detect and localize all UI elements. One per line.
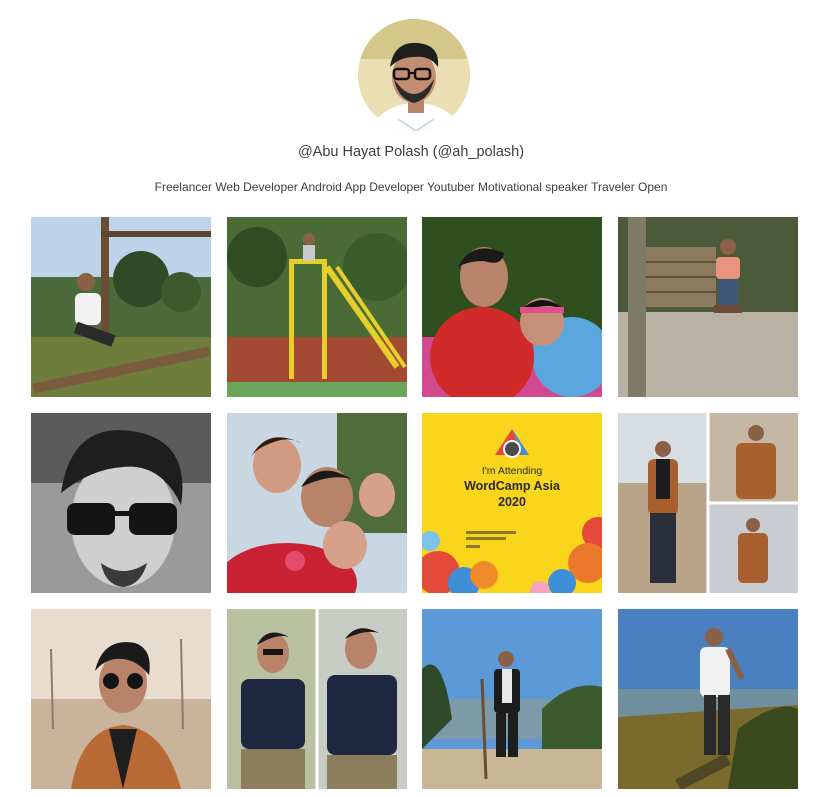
profile-bio: Freelancer Web Developer Android App Dev…: [154, 180, 668, 194]
post-tile[interactable]: [618, 413, 798, 593]
profile-username[interactable]: @Abu Hayat Polash (@ah_polash): [0, 144, 822, 160]
post-image: [31, 413, 211, 593]
post-tile[interactable]: [227, 217, 407, 397]
post-image: [227, 609, 407, 789]
post-image: [227, 217, 407, 397]
post-image: [618, 217, 798, 397]
post-tile[interactable]: [422, 609, 602, 789]
avatar-image: [358, 19, 470, 131]
post-tile[interactable]: [227, 609, 407, 789]
post-image: [422, 609, 602, 789]
post-tile[interactable]: [618, 217, 798, 397]
post-image: [227, 413, 407, 593]
post-image: [618, 609, 798, 789]
post-tile[interactable]: [31, 217, 211, 397]
post-image: [31, 609, 211, 789]
posts-grid: I'm Attending WordCamp Asia 2020: [31, 217, 798, 797]
post-image: [31, 217, 211, 397]
profile-avatar[interactable]: [358, 19, 470, 131]
wordcamp-line2: WordCamp Asia: [464, 479, 560, 493]
post-tile-wordcamp[interactable]: I'm Attending WordCamp Asia 2020: [422, 413, 602, 593]
post-image: [618, 413, 798, 593]
post-tile[interactable]: [31, 609, 211, 789]
post-tile[interactable]: [618, 609, 798, 789]
post-tile[interactable]: [31, 413, 211, 593]
wordcamp-line1: I'm Attending: [481, 465, 543, 477]
post-tile[interactable]: [422, 217, 602, 397]
post-image: [422, 217, 602, 397]
post-tile[interactable]: [227, 413, 407, 593]
wordcamp-line3: 2020: [498, 495, 526, 509]
